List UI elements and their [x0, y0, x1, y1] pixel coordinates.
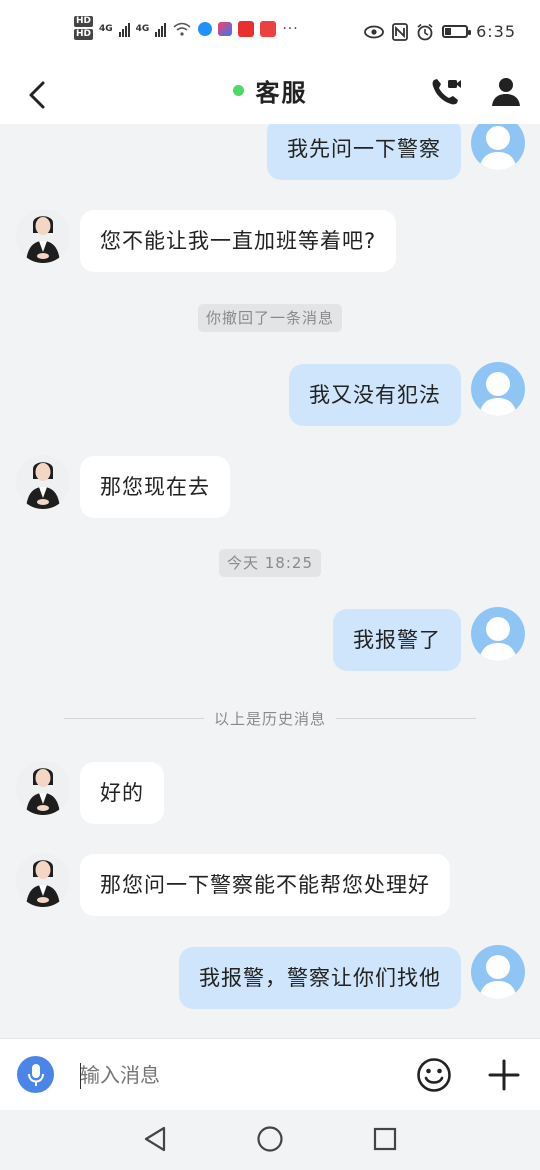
app-icon-book	[238, 21, 255, 37]
signal-icon	[118, 21, 130, 37]
network-label-2: 4G	[135, 24, 150, 34]
chat-header: 客服	[0, 66, 540, 124]
history-divider: 以上是历史消息	[64, 708, 477, 728]
agent-avatar-icon	[16, 455, 70, 509]
message-bubble-in[interactable]: 那您现在去	[80, 456, 230, 518]
divider-line	[336, 717, 477, 719]
signal-icon-2	[155, 21, 167, 37]
profile-button[interactable]	[488, 74, 524, 110]
message-bubble-out[interactable]: 我又没有犯法	[289, 364, 461, 426]
agent-avatar[interactable]	[16, 853, 70, 907]
page-title: 客服	[255, 78, 308, 107]
square-recents-icon	[373, 1127, 397, 1151]
wifi-icon	[173, 22, 191, 36]
message-bubble-out[interactable]: 我先问一下警察	[267, 124, 461, 180]
person-icon	[492, 78, 520, 106]
status-bar: HD HD 4G 4G ··· 6:35	[0, 0, 540, 66]
plus-icon	[488, 1059, 520, 1091]
message-bubble-in[interactable]: 那您问一下警察能不能帮您处理好	[80, 854, 450, 916]
message-bubble-out[interactable]: 我报警了	[333, 609, 461, 671]
app-icon-red	[260, 21, 277, 37]
user-avatar[interactable]	[471, 124, 525, 170]
agent-avatar[interactable]	[16, 761, 70, 815]
hd-icon: HD HD	[74, 16, 94, 42]
circle-home-icon	[257, 1126, 283, 1152]
emoji-icon	[417, 1058, 451, 1092]
agent-avatar[interactable]	[16, 455, 70, 509]
agent-avatar-icon	[16, 761, 70, 815]
user-avatar-icon	[479, 372, 517, 416]
more-icon: ···	[282, 21, 299, 37]
time-stamp: 今天 18:25	[219, 549, 321, 577]
user-avatar[interactable]	[471, 607, 525, 661]
message-bubble-in[interactable]: 好的	[80, 762, 164, 824]
network-label-1: 4G	[99, 24, 113, 34]
hd-label-1: HD	[74, 16, 94, 27]
phone-video-icon	[432, 79, 461, 105]
divider-line	[64, 717, 204, 719]
status-right: 6:35	[364, 22, 516, 41]
microphone-icon	[27, 1063, 44, 1086]
user-avatar-icon	[479, 955, 517, 999]
online-status-dot	[232, 84, 244, 96]
voice-button[interactable]	[17, 1056, 54, 1093]
triangle-back-icon	[144, 1126, 166, 1152]
call-button[interactable]	[428, 74, 464, 110]
emoji-button[interactable]	[415, 1056, 453, 1094]
user-avatar-icon	[479, 126, 517, 170]
nav-back-button[interactable]	[140, 1124, 170, 1154]
status-left: HD HD 4G 4G ···	[74, 16, 299, 42]
agent-avatar-icon	[16, 209, 70, 263]
more-actions-button[interactable]	[485, 1056, 523, 1094]
nav-home-button[interactable]	[255, 1124, 285, 1154]
eye-icon	[364, 25, 384, 38]
system-nav-bar	[0, 1110, 540, 1170]
chat-area[interactable]: 我先问一下警察 您不能让我一直加班等着吧? 你撤回了一条消息 我又没有犯法 那您…	[0, 124, 540, 1038]
message-bubble-in[interactable]: 您不能让我一直加班等着吧?	[80, 210, 397, 272]
battery-icon	[442, 25, 472, 38]
history-divider-label: 以上是历史消息	[214, 709, 327, 728]
message-bubble-out[interactable]: 我报警，警察让你们找他	[179, 947, 461, 1009]
user-avatar[interactable]	[471, 362, 525, 416]
input-bar	[0, 1038, 540, 1111]
message-input[interactable]	[80, 1053, 400, 1097]
user-avatar-icon	[479, 617, 517, 661]
nfc-icon	[392, 22, 408, 41]
text-caret	[80, 1063, 81, 1089]
agent-avatar-icon	[16, 853, 70, 907]
user-avatar[interactable]	[471, 945, 525, 999]
hd-label-2: HD	[74, 29, 94, 40]
nav-recents-button[interactable]	[370, 1124, 400, 1154]
app-icon-video	[218, 22, 233, 36]
status-time: 6:35	[476, 22, 516, 41]
agent-avatar[interactable]	[16, 209, 70, 263]
recall-notice: 你撤回了一条消息	[197, 304, 343, 332]
alarm-icon	[417, 23, 433, 40]
app-icon-blue	[198, 22, 213, 36]
